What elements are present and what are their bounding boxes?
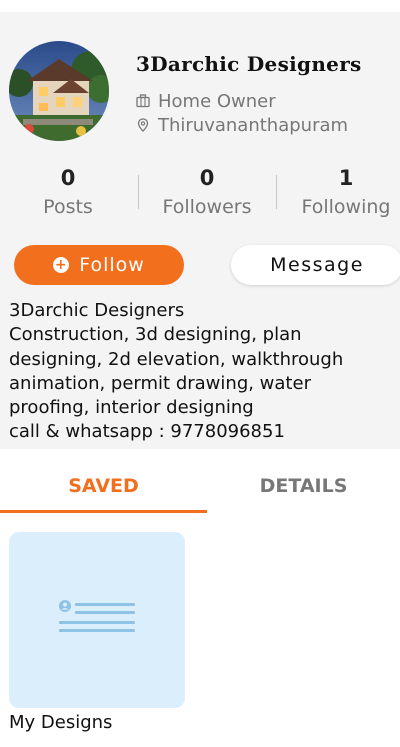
- location-row: Thiruvananthapuram: [136, 114, 348, 136]
- following-count: 1: [338, 166, 354, 190]
- profile-card-icon: [59, 600, 135, 632]
- bio-line: designing, 2d elevation, walkthrough: [9, 348, 344, 370]
- bio-line: 3Darchic Designers: [9, 300, 185, 321]
- message-button[interactable]: Message: [231, 245, 400, 285]
- plus-circle-icon: +: [53, 257, 70, 273]
- role-row: Home Owner: [136, 90, 276, 112]
- location-pin-icon: [137, 118, 149, 132]
- briefcase-icon: [136, 94, 150, 108]
- posts-count: 0: [60, 166, 76, 190]
- collection-card[interactable]: [9, 532, 185, 708]
- stat-divider: [276, 175, 277, 209]
- bio-line: Construction, 3d designing, plan: [9, 324, 302, 346]
- stat-following[interactable]: 1 Following: [281, 164, 400, 218]
- bio-line: proofing, interior designing: [9, 397, 254, 419]
- profile-tabs: SAVED DETAILS: [0, 462, 400, 514]
- stat-followers[interactable]: 0 Followers: [142, 164, 272, 218]
- avatar[interactable]: [9, 41, 109, 141]
- bio-line: animation, permit drawing, water: [9, 372, 311, 394]
- active-tab-indicator: [0, 510, 207, 513]
- profile-name: 3Darchic Designers: [136, 52, 362, 76]
- posts-label: Posts: [43, 196, 93, 218]
- bio-line: call & whatsapp : 9778096851: [9, 421, 285, 443]
- stat-divider: [138, 175, 139, 209]
- message-label: Message: [270, 254, 364, 276]
- stat-posts[interactable]: 0 Posts: [3, 164, 133, 218]
- role-label: Home Owner: [158, 90, 276, 112]
- profile-header: 3Darchic Designers Home Owner Thiruvanan…: [0, 12, 400, 449]
- tab-details[interactable]: DETAILS: [207, 462, 400, 510]
- location-label: Thiruvananthapuram: [158, 114, 349, 136]
- follow-label: Follow: [79, 254, 145, 276]
- bio-text: 3Darchic Designers Construction, 3d desi…: [9, 299, 393, 445]
- avatar-house-image: [9, 41, 109, 141]
- follow-button[interactable]: + Follow: [14, 245, 184, 285]
- collection-label[interactable]: My Designs: [9, 712, 112, 733]
- following-label: Following: [301, 196, 391, 218]
- tab-saved[interactable]: SAVED: [0, 462, 207, 510]
- followers-count: 0: [199, 166, 215, 190]
- followers-label: Followers: [162, 196, 252, 218]
